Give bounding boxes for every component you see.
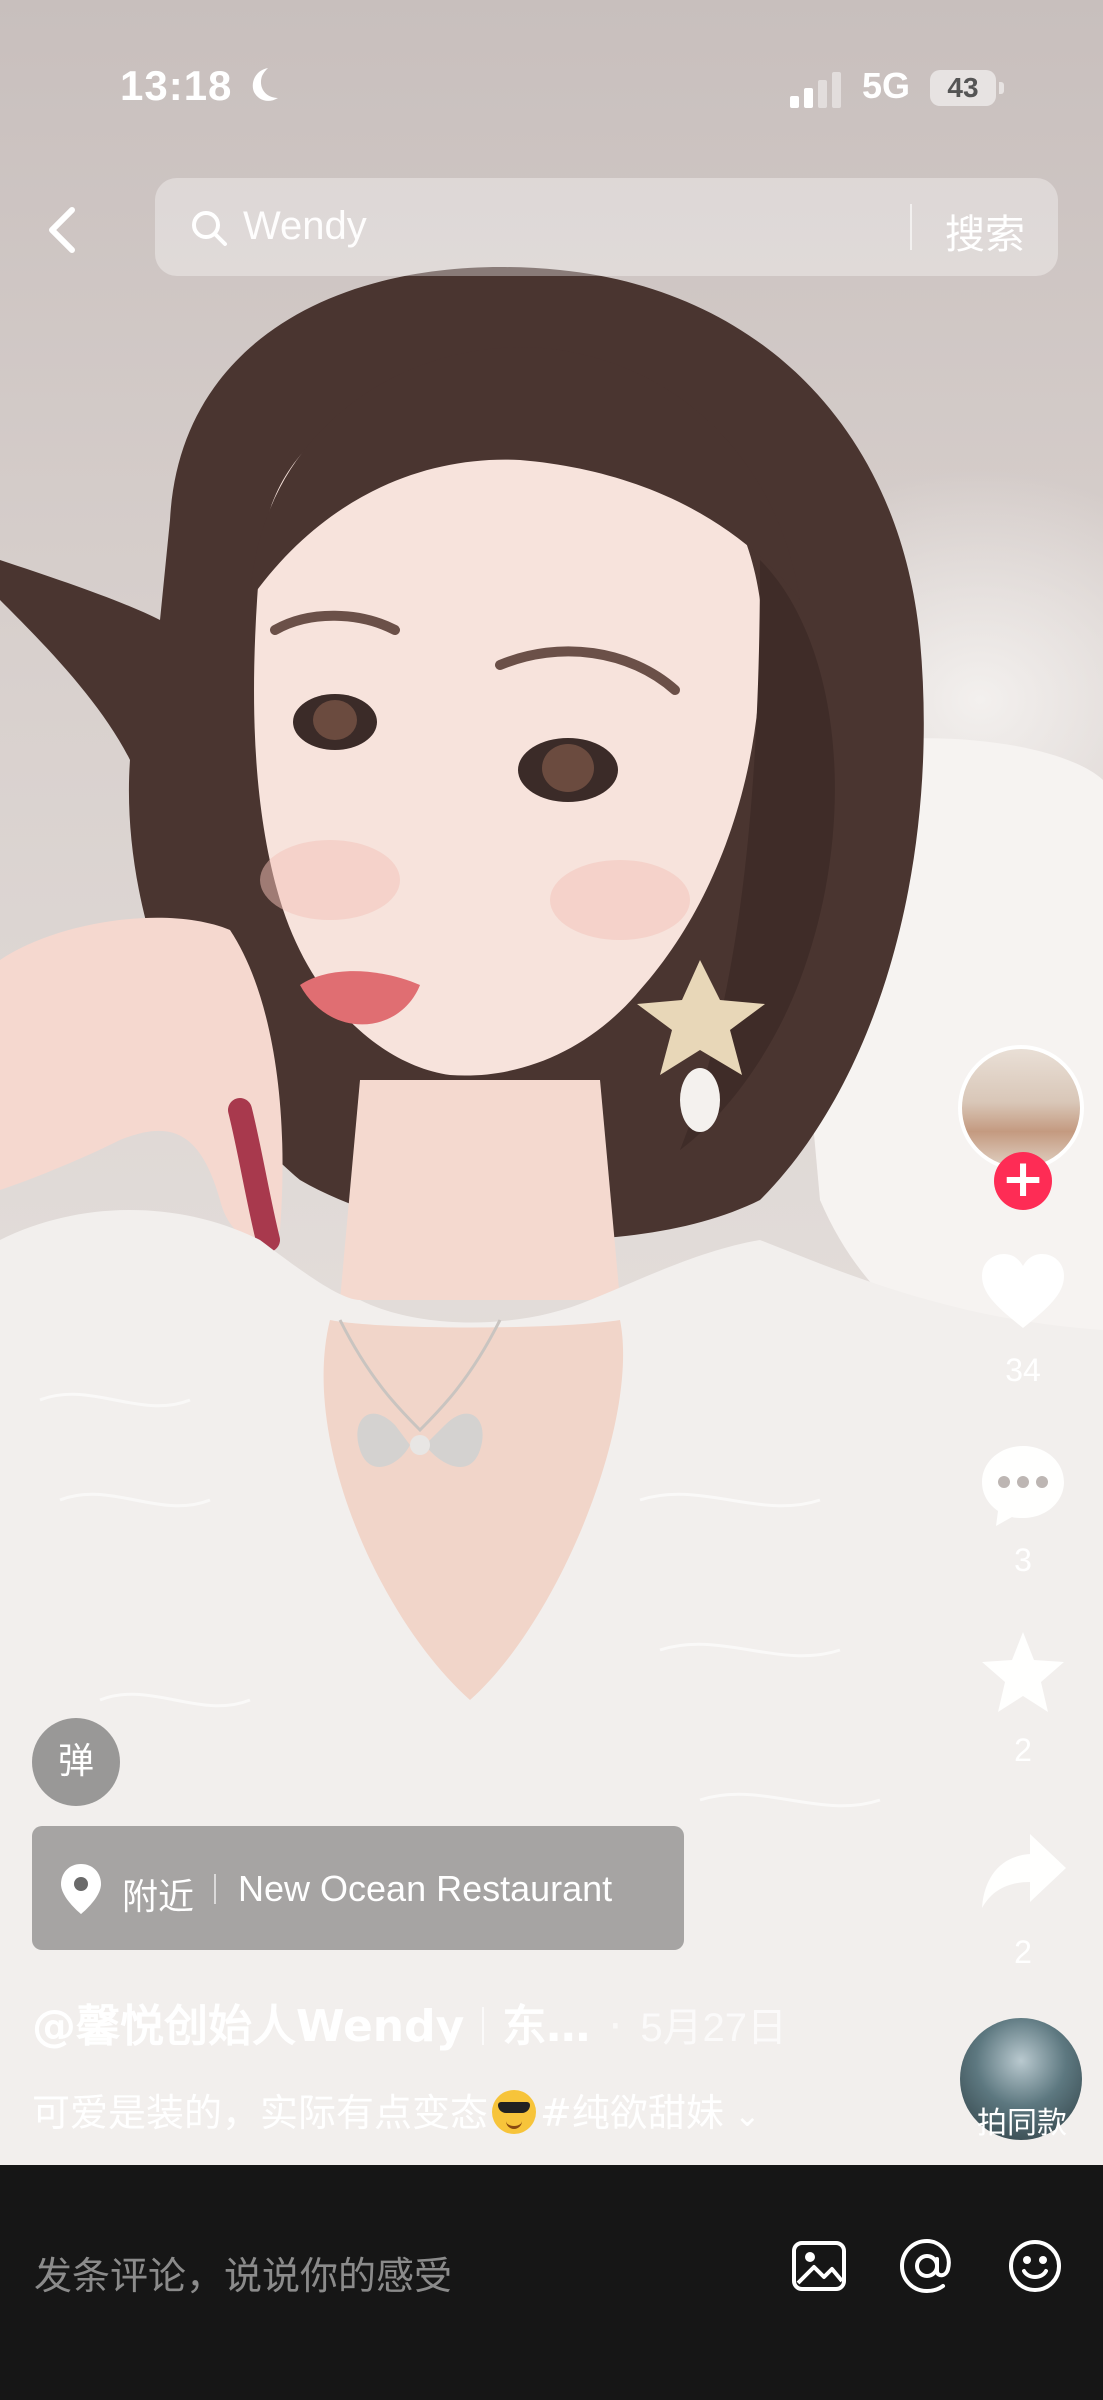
- location-pin-icon: [61, 1864, 101, 1914]
- post-caption[interactable]: 可爱是装的，实际有点变态 #纯欲甜妹 ⌄: [32, 2082, 761, 2137]
- comment-count: 3: [1014, 1542, 1032, 1578]
- search-icon: [192, 211, 227, 246]
- comment-bar: 发条评论，说说你的感受: [0, 2165, 1103, 2400]
- author-divider: [482, 2007, 485, 2045]
- author-name[interactable]: @馨悦创始人Wendy: [32, 2001, 464, 2052]
- share-count: 2: [1014, 1934, 1032, 1970]
- emoji-icon[interactable]: [1006, 2237, 1064, 2295]
- battery-icon: 43: [930, 70, 1004, 106]
- star-icon[interactable]: [978, 1628, 1068, 1718]
- separator-dot: ·: [608, 2001, 623, 2052]
- at-icon[interactable]: [898, 2237, 956, 2295]
- favorite-count: 2: [1014, 1732, 1032, 1768]
- location-tag[interactable]: 附近 New Ocean Restaurant: [32, 1826, 684, 1950]
- image-icon[interactable]: [790, 2237, 848, 2295]
- author-suffix[interactable]: 东…: [502, 2001, 590, 2052]
- same-style-label[interactable]: 拍同款: [952, 2098, 1092, 2142]
- caption-hashtag[interactable]: #纯欲甜妹: [540, 2091, 724, 2135]
- caption-text: 可爱是装的，实际有点变态: [32, 2091, 489, 2135]
- like-count: 34: [1005, 1352, 1041, 1388]
- share-icon[interactable]: [978, 1826, 1068, 1916]
- search-button[interactable]: 搜索: [945, 202, 1025, 260]
- signal-icon: [790, 72, 841, 108]
- search-input[interactable]: Wendy: [243, 204, 367, 249]
- comment-input[interactable]: 发条评论，说说你的感受: [34, 2245, 452, 2300]
- network-type: 5G: [862, 65, 911, 106]
- location-divider: [214, 1874, 216, 1904]
- search-divider: [910, 204, 912, 250]
- back-icon[interactable]: [36, 200, 96, 260]
- sunglasses-emoji: [492, 2090, 537, 2134]
- heart-icon[interactable]: [978, 1248, 1068, 1338]
- status-time: 13:18: [120, 62, 233, 109]
- post-date: 5月27日: [640, 2006, 788, 2050]
- moon-icon: [252, 68, 278, 101]
- location-nearby-label: 附近: [122, 1877, 195, 1918]
- chevron-down-icon[interactable]: ⌄: [734, 2096, 761, 2134]
- post-author-line[interactable]: @馨悦创始人Wendy 东… · 5月27日: [32, 1990, 787, 2054]
- follow-button[interactable]: +: [994, 1152, 1052, 1210]
- location-place-name: New Ocean Restaurant: [238, 1868, 613, 1909]
- danmu-toggle-button[interactable]: 弹: [32, 1718, 120, 1806]
- comment-icon[interactable]: [978, 1440, 1068, 1530]
- status-bar: 13:18 5G 43: [0, 0, 1103, 180]
- search-bar[interactable]: Wendy 搜索: [155, 178, 1058, 276]
